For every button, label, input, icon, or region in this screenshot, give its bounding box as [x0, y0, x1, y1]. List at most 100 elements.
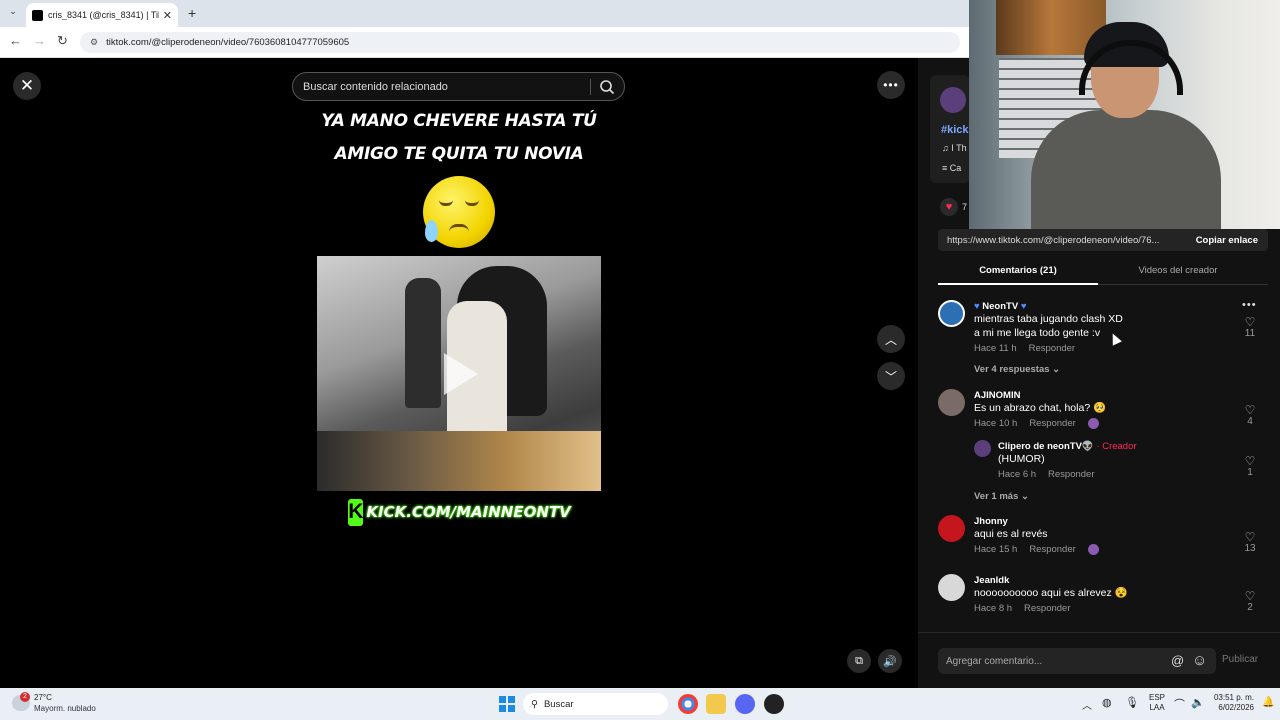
heart-outline-icon: ♡ [1244, 454, 1256, 468]
comment-like-button[interactable]: ♡ 13 [1240, 531, 1260, 554]
video-player[interactable]: YA MANO CHEVERE HASTA TÚ AMIGO TE QUITA … [317, 101, 601, 688]
reply-button[interactable]: Responder [1029, 418, 1075, 429]
weather-temp[interactable]: 27°C [34, 693, 52, 702]
previous-video-button[interactable]: ︿ [877, 325, 905, 353]
publish-button[interactable]: Publicar [1222, 654, 1258, 665]
volume-button[interactable]: 🔊 [878, 649, 902, 673]
floating-player-button[interactable]: ⧉ [847, 649, 871, 673]
reply-button[interactable]: Responder [1048, 469, 1094, 480]
clock[interactable]: 03:51 p. m. 6/02/2026 [1208, 693, 1254, 713]
tab-creator-videos[interactable]: Videos del creador [1098, 265, 1258, 276]
creator-avatar[interactable] [940, 87, 966, 113]
reply-button[interactable]: Responder [1029, 343, 1075, 354]
reply-like-button[interactable]: ♡ 1 [1240, 455, 1260, 478]
weather-condition[interactable]: Mayorm. nublado [34, 704, 96, 713]
video-caption-line-2: AMIGO TE QUITA TU NOVIA [334, 144, 584, 164]
chevron-up-icon[interactable]: ︿ [1082, 697, 1092, 712]
play-icon[interactable] [444, 353, 478, 395]
comment-item: Jhonny aqui es al revés Hace 15 h Respond… [974, 516, 1111, 555]
site-info-icon[interactable]: ⚙ [90, 37, 98, 48]
mention-icon[interactable]: @ [1171, 653, 1184, 668]
comment-author[interactable]: Jhonny [974, 516, 1111, 527]
add-comment-input[interactable]: Agregar comentario... @ ☺ [938, 648, 1216, 674]
app-icon[interactable] [764, 694, 784, 714]
share-url-text[interactable]: https://www.tiktok.com/@cliperodeneon/vi… [947, 235, 1188, 246]
comment-text: aqui es al revés [974, 528, 1048, 540]
tab-comments[interactable]: Comentarios (21) [938, 265, 1098, 276]
reply-button[interactable]: Responder [1024, 603, 1070, 614]
kick-logo-icon: K [348, 498, 364, 526]
hashtag-link[interactable]: #kick [941, 124, 969, 136]
new-tab-button[interactable]: + [188, 5, 196, 21]
more-options-button[interactable]: ••• [877, 71, 905, 99]
close-tab-icon[interactable]: ✕ [163, 9, 172, 22]
comment-author[interactable]: AJINOMIN [974, 390, 1111, 401]
file-explorer-icon[interactable] [706, 694, 726, 714]
related-search-input[interactable]: Buscar contenido relacionado [292, 72, 625, 101]
share-link-row: https://www.tiktok.com/@cliperodeneon/vi… [938, 229, 1268, 251]
comment-text: a mi me llega todo gente :v [974, 327, 1101, 339]
search-icon: ⚲ [531, 698, 538, 710]
search-icon[interactable] [598, 78, 616, 96]
like-count: 7 [962, 202, 968, 212]
reply-button[interactable]: Responder [1029, 544, 1075, 555]
like-video-button[interactable]: ♥ [940, 198, 958, 216]
network-app-icon[interactable]: ◍ [1102, 696, 1112, 709]
avatar[interactable] [938, 574, 965, 601]
avatar[interactable] [974, 440, 991, 457]
language-indicator[interactable]: ESP LAA [1149, 693, 1165, 713]
copy-link-button[interactable]: Copiar enlace [1188, 235, 1268, 246]
music-icon[interactable]: ♫ I Th [942, 143, 967, 153]
comment-time: Hace 8 h [974, 603, 1013, 614]
forward-icon[interactable]: → [33, 33, 46, 48]
panel-tabs: Comentarios (21) Videos del creador [938, 260, 1268, 285]
browser-tab[interactable]: cris_8341 (@cris_8341) | Tik ✕ [26, 3, 178, 27]
microphone-icon[interactable]: 🎙 [1125, 696, 1139, 709]
comment-like-button[interactable]: ♡ 11 [1240, 316, 1260, 339]
heart-blue-icon: ♥ [1020, 301, 1027, 312]
active-tab-indicator [938, 283, 1098, 285]
comment-like-button[interactable]: ♡ 4 [1240, 404, 1260, 427]
clock-time: 03:51 p. m. [1213, 693, 1254, 702]
video-info-card: #kick ♫ I Th ≡ Ca [930, 75, 970, 183]
chrome-icon[interactable] [678, 694, 698, 714]
avatar[interactable] [938, 389, 965, 416]
comment-author[interactable]: NeonTV [982, 301, 1018, 312]
comment-author[interactable]: Jeanldk [974, 575, 1128, 586]
volume-icon[interactable]: 🔈 [1191, 696, 1205, 709]
start-windows-icon[interactable] [499, 696, 515, 712]
comment-like-count: 13 [1244, 543, 1256, 554]
notifications-bell-icon[interactable]: 🔔 [1262, 697, 1274, 708]
next-video-button[interactable]: ﹀ [877, 362, 905, 390]
reply-like-count: 1 [1247, 467, 1253, 478]
search-divider [590, 79, 591, 95]
url-field[interactable]: ⚙ tiktok.com/@cliperodeneon/video/760360… [80, 32, 960, 53]
video-frame-image [317, 256, 601, 491]
close-video-button[interactable]: ✕ [13, 72, 41, 100]
wifi-icon[interactable]: ⌒ [1174, 696, 1185, 712]
video-caption-line-1: YA MANO CHEVERE HASTA TÚ [321, 111, 597, 131]
reply-author[interactable]: Clipero de neonTV👽 [998, 441, 1094, 452]
comment-like-button[interactable]: ♡ 2 [1240, 590, 1260, 613]
discord-icon[interactable] [735, 694, 755, 714]
language-code: ESP [1149, 693, 1166, 702]
comment-item: ♥ NeonTV ♥ mientras taba jugando clash X… [974, 301, 1123, 354]
view-replies-button[interactable]: Ver 4 respuestas ⌄ [974, 364, 1060, 375]
tab-search-chevron-icon[interactable]: ⌄ [6, 6, 20, 20]
view-more-replies-button[interactable]: Ver 1 más ⌄ [974, 491, 1029, 502]
speaker-icon: 🔊 [883, 655, 897, 668]
back-icon[interactable]: ← [9, 33, 22, 48]
reply-time: Hace 6 h [998, 469, 1037, 480]
avatar[interactable] [938, 300, 965, 327]
heart-blue-icon: ♥ [974, 301, 980, 312]
pip-icon: ⧉ [855, 654, 863, 667]
taskbar-search[interactable]: ⚲ Buscar [523, 693, 668, 715]
comment-more-icon[interactable]: ••• [1242, 299, 1257, 311]
avatar[interactable] [938, 515, 965, 542]
reload-icon[interactable]: ↻ [57, 33, 68, 49]
captions-icon[interactable]: ≡ Ca [942, 163, 961, 173]
comment-time: Hace 11 h [974, 343, 1017, 354]
kick-url-text: KICK.COM/MAINNEONTV [366, 503, 571, 521]
creator-liked-avatar [1087, 544, 1099, 555]
emoji-icon[interactable]: ☺ [1192, 652, 1207, 669]
